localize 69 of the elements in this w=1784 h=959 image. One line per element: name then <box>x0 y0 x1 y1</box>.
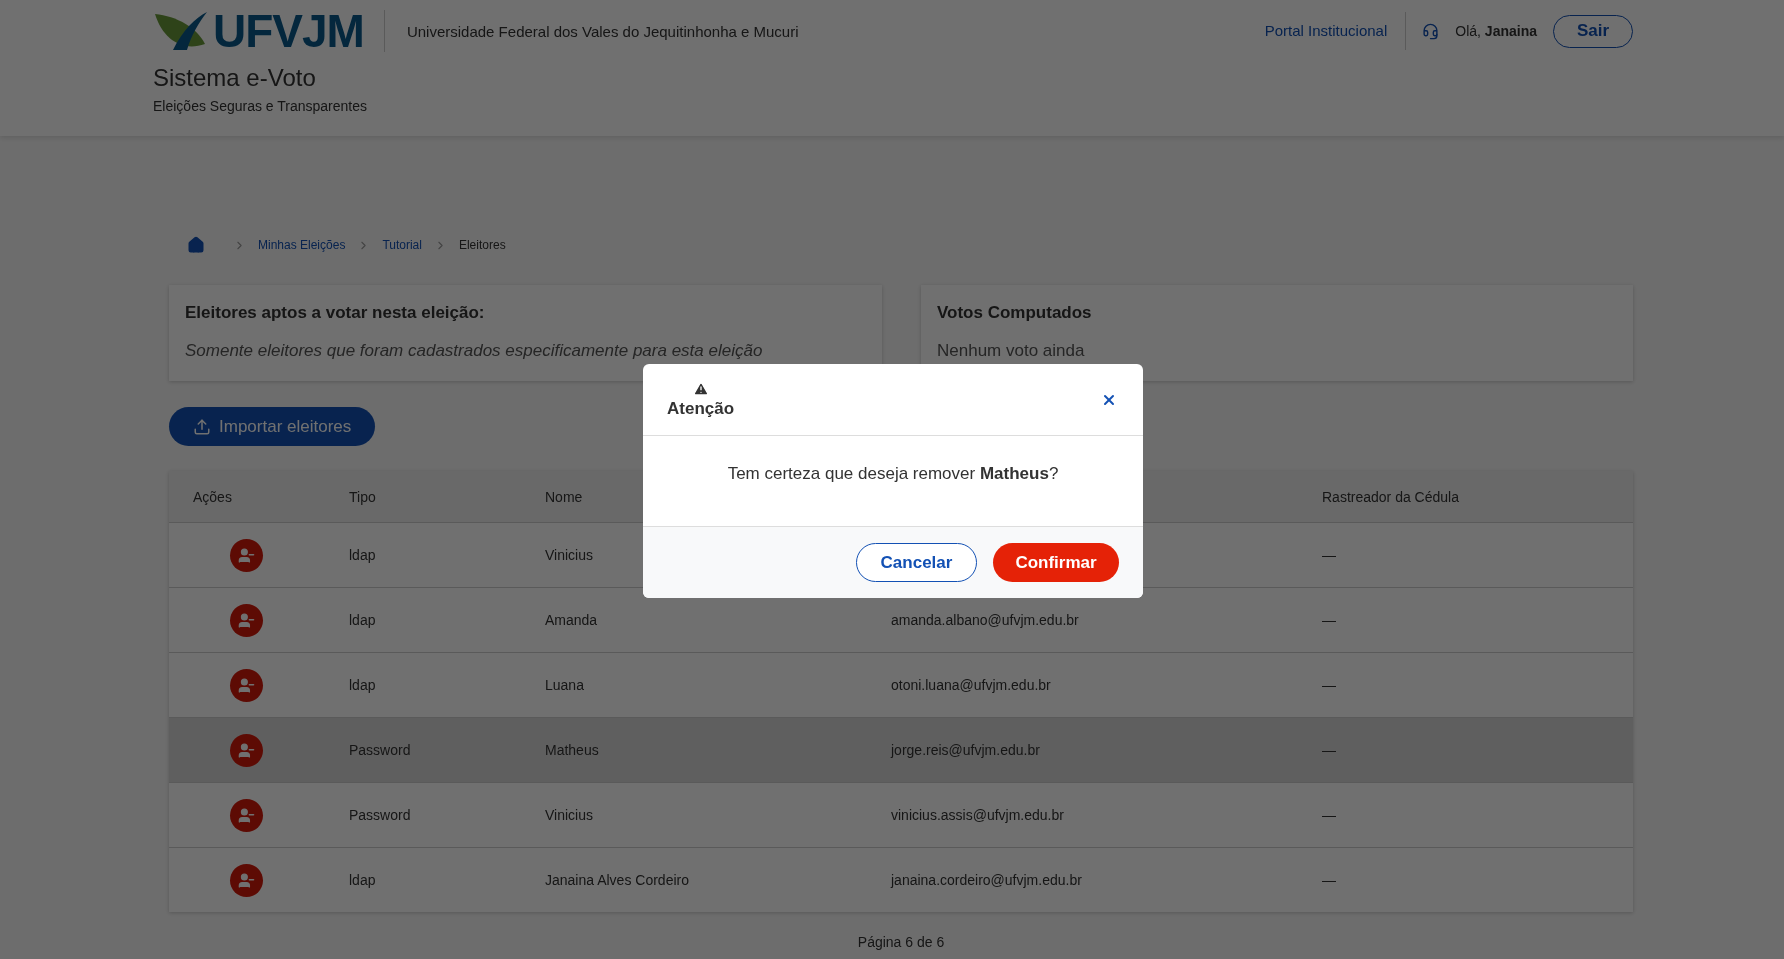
table-cell-text: otoni.luana@ufvjm.edu.br <box>890 677 1052 693</box>
table-cell-text: Luana <box>544 677 585 693</box>
university-name: Universidade Federal dos Vales do Jequitinhonha e Mucuri <box>406 22 799 40</box>
column-header: Ações <box>192 488 233 505</box>
table-row[interactable]: Password Matheus jorge.reis@ufvjm.edu.br — <box>169 717 1633 782</box>
remove-user-button[interactable] <box>230 733 263 767</box>
user-minus-icon <box>238 676 255 694</box>
table-cell-text: Vinicius <box>544 807 594 823</box>
card-title: Votos Computados <box>937 303 1093 323</box>
pagination-text: Página 6 de 6 <box>856 934 946 950</box>
user-minus-icon <box>238 806 255 824</box>
table-cell-text: — <box>1321 872 1337 888</box>
table-row[interactable]: ldap Luana otoni.luana@ufvjm.edu.br — <box>169 652 1633 717</box>
table-cell-text: vinicius.assis@ufvjm.edu.br <box>890 807 1065 823</box>
table-cell-text: Vinicius <box>544 547 594 563</box>
user-minus-icon <box>238 546 255 564</box>
user-minus-icon <box>238 611 255 629</box>
table-cell-text: Amanda <box>544 612 599 628</box>
table-row[interactable]: Password Vinicius vinicius.assis@ufvjm.edu.br — <box>169 782 1633 847</box>
user-minus-icon <box>238 741 255 759</box>
table-cell-text: ldap <box>348 612 377 628</box>
column-header: Tipo <box>348 488 377 505</box>
table-cell-text: Password <box>348 742 412 758</box>
remove-user-button[interactable] <box>230 798 263 832</box>
logout-button[interactable]: Sair <box>1553 14 1633 48</box>
table-cell-text: ldap <box>348 872 377 888</box>
remove-user-button[interactable] <box>230 668 263 702</box>
column-header: Nome <box>544 488 584 505</box>
table-cell-text: ldap <box>348 547 377 563</box>
table-cell-text: amanda.albano@ufvjm.edu.br <box>890 612 1080 628</box>
card-text: Somente eleitores que foram cadastrados especificamente para esta eleição <box>185 341 764 361</box>
table-cell-text: ldap <box>348 677 377 693</box>
user-minus-icon <box>238 871 255 889</box>
table-row[interactable]: ldap Amanda amanda.albano@ufvjm.edu.br — <box>169 587 1633 652</box>
breadcrumb-link[interactable]: Eleitores <box>458 238 506 252</box>
portal-link[interactable]: Portal Institucional <box>1264 12 1407 50</box>
table-row[interactable]: ldap Janaina Alves Cordeiro janaina.cordeiro@ufvjm.edu.br — <box>169 847 1633 912</box>
table-cell-text: jorge.reis@ufvjm.edu.br <box>889 742 1041 758</box>
tagline: Eleições Seguras e Transparentes <box>153 98 368 114</box>
headset-icon[interactable] <box>1422 22 1440 40</box>
cancel-button[interactable]: Cancelar <box>856 543 977 582</box>
column-header: Rastreador da Cédula <box>1321 488 1460 505</box>
dialog-title: Atenção <box>667 398 735 419</box>
remove-user-button[interactable] <box>230 538 263 572</box>
table-cell-text: — <box>1321 807 1337 823</box>
card-text: Nenhum voto ainda <box>937 341 1086 361</box>
dialog-message: Tem certeza que deseja remover Matheus? <box>727 464 1059 485</box>
remove-user-button[interactable] <box>230 603 263 637</box>
table-cell-text: Matheus <box>544 742 600 758</box>
table-cell-text: — <box>1321 742 1337 758</box>
warning-icon <box>692 380 709 397</box>
upload-icon <box>193 417 211 436</box>
table-cell-text: janaina.cordeiro@ufvjm.edu.br <box>889 872 1083 888</box>
home-icon[interactable] <box>187 236 205 254</box>
table-cell-text: Janaina Alves Cordeiro <box>544 872 690 888</box>
leaf-logo-icon <box>153 10 209 52</box>
system-title: Sistema e-Voto <box>153 64 317 92</box>
table-cell-text: — <box>1321 612 1337 628</box>
table-cell-text: Password <box>348 807 412 823</box>
confirm-button[interactable]: Confirmar <box>993 543 1119 582</box>
remove-user-button[interactable] <box>230 863 263 897</box>
logo-text: UFVJM <box>213 10 364 52</box>
breadcrumb-link[interactable]: Minhas Eleições <box>258 238 346 252</box>
user-greeting: Olá, Janaina <box>1455 23 1537 39</box>
table-cell-text: — <box>1321 677 1337 693</box>
breadcrumb-link[interactable]: Tutorial <box>382 238 422 252</box>
card-title: Eleitores aptos a votar nesta eleição: <box>185 303 486 323</box>
table-cell-text: — <box>1321 547 1337 563</box>
import-button[interactable]: Importar eleitores <box>169 407 376 446</box>
